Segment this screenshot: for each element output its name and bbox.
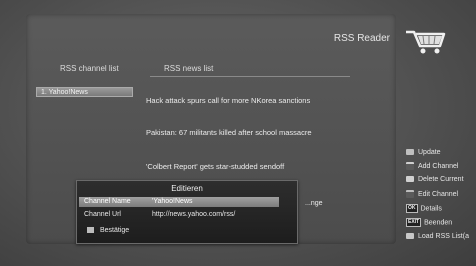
legend-delete-current[interactable]: Delete Current — [406, 176, 464, 183]
yellow-key-icon — [406, 176, 414, 183]
exit-key-icon: EXIT — [406, 218, 422, 227]
channel-list-item[interactable]: 1. Yahoo!News — [36, 87, 133, 97]
green-key-icon — [406, 162, 414, 170]
news-item[interactable]: Pakistan: 67 militants killed after scho… — [146, 128, 312, 137]
confirm-key-icon — [87, 227, 94, 234]
legend-add-channel[interactable]: Add Channel — [406, 162, 458, 170]
legend-details[interactable]: OK Details — [406, 204, 442, 213]
legend-update[interactable]: Update — [406, 149, 441, 156]
shopping-cart-icon — [406, 30, 446, 54]
legend-exit[interactable]: EXIT Beenden — [406, 218, 452, 227]
news-item-partial: ...nge — [305, 200, 323, 207]
news-list-header: RSS news list — [164, 64, 214, 73]
legend-load-rss-list[interactable]: Load RSS List(a — [406, 233, 469, 240]
blue-key-icon — [406, 190, 414, 198]
channel-url-field[interactable]: Channel Url http://news.yahoo.com/rss/ — [79, 210, 279, 220]
legend-edit-channel[interactable]: Edit Channel — [406, 190, 458, 198]
ok-key-icon: OK — [406, 204, 418, 213]
channel-url-label: Channel Url — [84, 211, 121, 218]
channel-list-header: RSS channel list — [60, 64, 119, 73]
channel-url-value[interactable]: http://news.yahoo.com/rss/ — [152, 210, 235, 220]
channel-name-field[interactable]: Channel Name 'Yahoo!News — [79, 197, 279, 207]
channel-name-value[interactable]: 'Yahoo!News — [152, 197, 193, 207]
key-icon — [406, 233, 414, 240]
red-key-icon — [406, 149, 414, 156]
dialog-title: Editieren — [171, 184, 203, 193]
app-title: RSS Reader — [333, 33, 390, 44]
confirm-button[interactable]: Bestätige — [87, 227, 129, 234]
header-divider — [150, 76, 350, 77]
edit-dialog: Editieren Channel Name 'Yahoo!News Chann… — [76, 180, 298, 244]
news-item[interactable]: Hack attack spurs call for more NKorea s… — [146, 96, 310, 105]
news-item[interactable]: 'Colbert Report' gets star-studded sendo… — [146, 162, 284, 171]
tv-screen: RSS Reader RSS channel list RSS news lis… — [0, 0, 476, 266]
channel-name-label: Channel Name — [84, 198, 131, 205]
